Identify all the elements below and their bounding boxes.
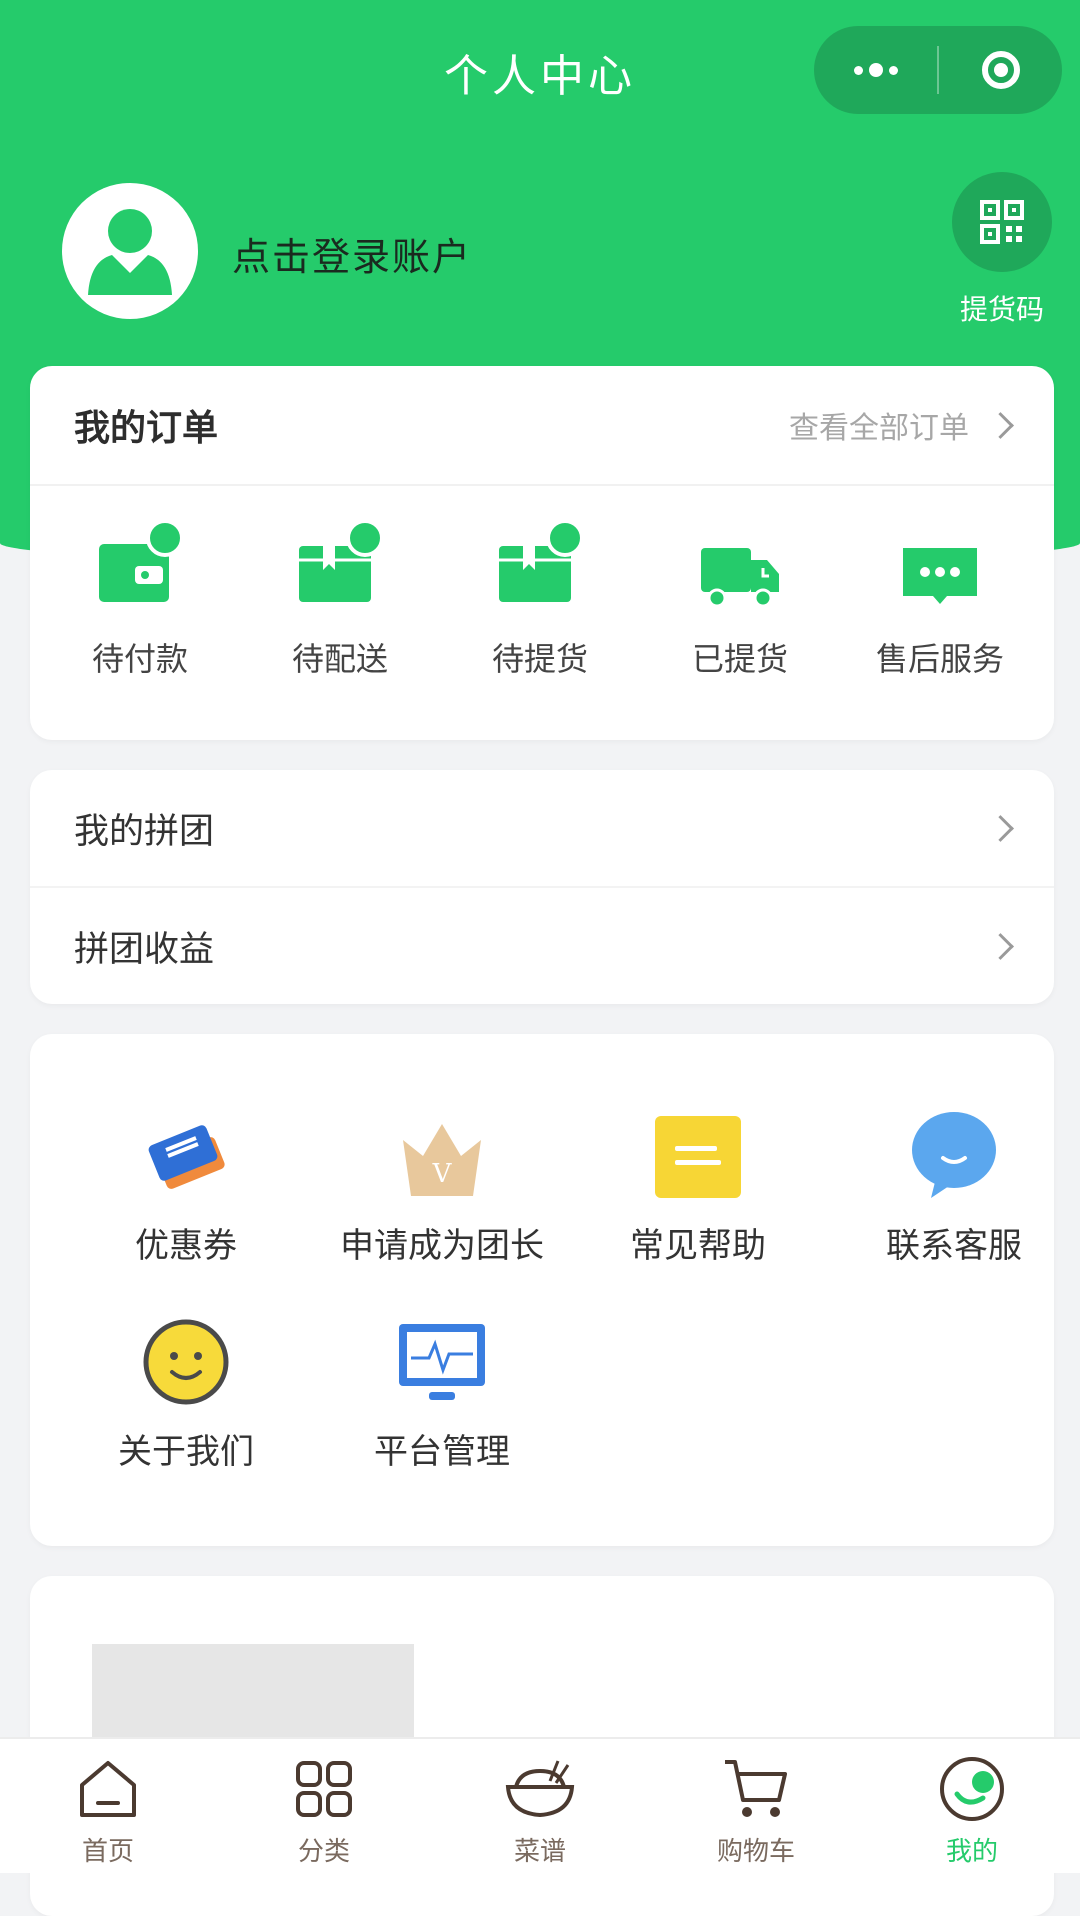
- coupon-icon: [66, 1104, 306, 1200]
- help-note-icon: [578, 1104, 818, 1200]
- close-mini-program-button[interactable]: [939, 26, 1062, 114]
- qrcode-icon: [980, 200, 1024, 244]
- chevron-right-icon: [987, 814, 1014, 842]
- view-all-orders-link[interactable]: 查看全部订单: [789, 403, 1014, 447]
- tools-card: 优惠券 V 申请成为团长 常见帮助 联系客服 关于我们 平台管理: [30, 1034, 1054, 1546]
- tab-label: 菜谱: [513, 1837, 566, 1867]
- row-label: 我的拼团: [74, 811, 215, 852]
- tab-recipes[interactable]: 菜谱: [432, 1739, 648, 1873]
- platform-admin-item[interactable]: 平台管理: [322, 1310, 562, 1473]
- order-status-picked-up[interactable]: 已提货: [640, 486, 840, 742]
- tab-label: 首页: [81, 1837, 134, 1867]
- order-status-after-sales[interactable]: 售后服务: [840, 486, 1040, 742]
- coupon-item[interactable]: 优惠券: [66, 1104, 306, 1267]
- order-status-label: 待付款: [91, 640, 188, 678]
- user-avatar[interactable]: [62, 183, 198, 319]
- order-status-pending-pickup[interactable]: 待提货: [440, 486, 640, 742]
- package-pickup-icon: [495, 518, 585, 614]
- user-avatar-icon: [88, 209, 172, 295]
- order-status-pending-delivery[interactable]: 待配送: [240, 486, 440, 742]
- orders-card: 我的订单 查看全部订单 待付款 待配送 待提货 已提货 售后服务: [30, 366, 1054, 740]
- group-buy-card: 我的拼团 拼团收益: [30, 770, 1054, 1004]
- mini-program-capsule: [814, 26, 1062, 114]
- help-item[interactable]: 常见帮助: [578, 1104, 818, 1267]
- package-icon: [295, 518, 385, 614]
- profile-icon: [937, 1751, 1007, 1827]
- login-link[interactable]: 点击登录账户: [232, 226, 472, 281]
- contact-service-item[interactable]: 联系客服: [834, 1104, 1074, 1267]
- tab-mine[interactable]: 我的: [864, 1739, 1080, 1873]
- order-status-label: 已提货: [691, 640, 788, 678]
- order-status-list: 待付款 待配送 待提货 已提货 售后服务: [30, 486, 1054, 742]
- tool-label: 常见帮助: [630, 1226, 766, 1266]
- tab-label: 购物车: [716, 1837, 795, 1867]
- tool-label: 平台管理: [374, 1432, 510, 1472]
- crown-icon: V: [322, 1104, 562, 1200]
- order-status-label: 售后服务: [875, 640, 1004, 678]
- tab-label: 我的: [945, 1837, 998, 1867]
- group-earnings-row[interactable]: 拼团收益: [30, 886, 1054, 1004]
- customer-service-icon: [834, 1104, 1074, 1200]
- order-status-pending-payment[interactable]: 待付款: [40, 486, 240, 742]
- chevron-right-icon: [987, 411, 1014, 439]
- tab-label: 分类: [297, 1837, 350, 1867]
- tool-label: 关于我们: [118, 1432, 254, 1472]
- more-dots-icon: [853, 63, 898, 77]
- target-circle-icon: [981, 51, 1020, 89]
- wallet-icon: [95, 518, 185, 614]
- truck-icon: [695, 518, 785, 614]
- more-menu-button[interactable]: [814, 26, 937, 114]
- cart-icon: [721, 1751, 791, 1827]
- view-all-orders-label: 查看全部订单: [789, 411, 969, 446]
- tab-home[interactable]: 首页: [0, 1739, 216, 1873]
- row-label: 拼团收益: [74, 929, 215, 970]
- orders-title: 我的订单: [74, 408, 219, 449]
- bottom-tab-bar: 首页 分类 菜谱 购物车 我的: [0, 1737, 1080, 1873]
- tab-cart[interactable]: 购物车: [648, 1739, 864, 1873]
- tab-category[interactable]: 分类: [216, 1739, 432, 1873]
- pickup-code-button[interactable]: [952, 172, 1052, 272]
- smiley-icon: [66, 1310, 306, 1406]
- about-us-item[interactable]: 关于我们: [66, 1310, 306, 1473]
- chevron-right-icon: [987, 932, 1014, 960]
- home-icon: [76, 1751, 140, 1827]
- grid-icon: [292, 1751, 356, 1827]
- tool-label: 申请成为团长: [340, 1226, 544, 1266]
- my-group-buy-row[interactable]: 我的拼团: [30, 770, 1054, 886]
- order-status-label: 待配送: [291, 640, 388, 678]
- tool-label: 联系客服: [886, 1226, 1022, 1266]
- orders-header: 我的订单 查看全部订单: [30, 366, 1054, 486]
- order-status-label: 待提货: [491, 640, 588, 678]
- monitor-icon: [322, 1310, 562, 1406]
- chat-bubble-icon: [895, 518, 985, 614]
- tool-label: 优惠券: [135, 1226, 237, 1266]
- rice-bowl-icon: [502, 1751, 578, 1827]
- apply-leader-item[interactable]: V 申请成为团长: [322, 1104, 562, 1267]
- svg-text:V: V: [432, 1159, 453, 1189]
- pickup-code-label: 提货码: [959, 293, 1044, 326]
